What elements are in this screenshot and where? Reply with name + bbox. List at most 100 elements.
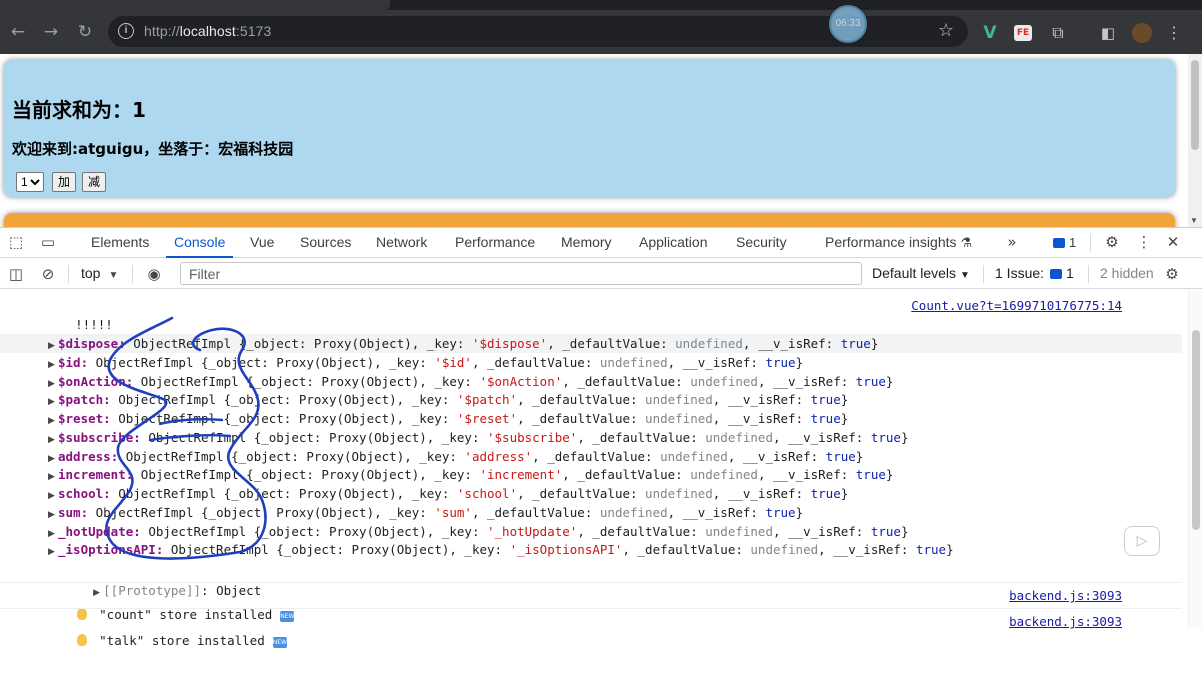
- property-type: ObjectRefImpl: [125, 448, 224, 464]
- property-row[interactable]: ▶ address: ObjectRefImpl {_object: Proxy(…: [0, 447, 1182, 466]
- tab-elements[interactable]: Elements: [91, 228, 149, 258]
- object-summary-line[interactable]: ▼{$id: ObjectRefImpl, $onAction: ObjectR…: [0, 315, 1182, 351]
- tab-security[interactable]: Security: [736, 228, 787, 258]
- property-row[interactable]: ▶ sum: ObjectRefImpl {_object: Proxy(Obje…: [0, 503, 1182, 522]
- property-row[interactable]: ▶ increment: ObjectRefImpl {_object: Prox…: [0, 465, 1182, 484]
- video-play-overlay-icon[interactable]: ▷: [1124, 526, 1160, 556]
- property-isref-value: true: [825, 448, 856, 464]
- filter-placeholder: Filter: [189, 266, 221, 282]
- pinia-log-source-link[interactable]: backend.js:3093: [1009, 612, 1122, 631]
- tab-console[interactable]: Console: [165, 228, 234, 258]
- reload-icon[interactable]: ↻: [73, 20, 97, 44]
- sidebar-toggle-icon[interactable]: ◫: [6, 265, 26, 283]
- tab-performance-insights[interactable]: Performance insights ⚗: [825, 228, 972, 258]
- device-toolbar-icon[interactable]: ▭: [38, 233, 58, 251]
- property-default-value: undefined: [705, 523, 773, 539]
- page-scrollbar[interactable]: ▼: [1188, 54, 1202, 227]
- expand-triangle-icon[interactable]: ▶: [48, 543, 58, 562]
- side-panel-icon[interactable]: ◧: [1098, 23, 1118, 43]
- property-isref-label: , __v_isRef:: [742, 336, 841, 351]
- property-type: ObjectRefImpl: [170, 542, 269, 558]
- tab-strip: [0, 0, 1202, 10]
- site-info-icon[interactable]: i: [118, 23, 134, 39]
- property-row[interactable]: ▶ $reset: ObjectRefImpl {_object: Proxy(O…: [0, 409, 1182, 428]
- property-object-open: {_object: Proxy(Object), _key:: [238, 336, 472, 351]
- back-arrow-icon[interactable]: ←: [6, 20, 30, 44]
- property-isref-value: true: [870, 523, 901, 539]
- step-select[interactable]: 1: [16, 172, 44, 192]
- devtools-menu-icon[interactable]: ⋮: [1134, 233, 1154, 251]
- context-selector[interactable]: top ▼: [81, 265, 118, 281]
- property-row[interactable]: ▶ _hotUpdate: ObjectRefImpl {_object: Pro…: [0, 522, 1182, 541]
- issues-counter[interactable]: 1 Issue: 1: [995, 265, 1074, 281]
- property-row[interactable]: ▶ _isOptionsAPI: ObjectRefImpl {_object: …: [0, 540, 1182, 559]
- fe-helper-extension-icon[interactable]: FE: [1014, 25, 1032, 41]
- property-row[interactable]: ▶ $dispose: ObjectRefImpl {_object: Proxy…: [0, 334, 1182, 353]
- pinia-log-line: "talk" store installed NEW backend.js:309…: [0, 612, 1182, 648]
- extensions-puzzle-icon[interactable]: ⧉: [1048, 23, 1068, 43]
- property-default-value: undefined: [675, 336, 743, 351]
- console-filter-bar: ◫ ⊘ top ▼ ◉ Filter Default levels ▼ 1 Issu…: [0, 259, 1202, 289]
- issue-message-icon: [1050, 269, 1063, 279]
- property-key: $reset: [58, 411, 104, 426]
- clear-console-icon[interactable]: ⊘: [38, 265, 58, 283]
- prototype-row[interactable]: ▶ [[Prototype]]: Object: [0, 562, 1182, 598]
- property-row[interactable]: ▶ $subscribe: ObjectRefImpl {_object: Pro…: [0, 428, 1182, 447]
- property-object-open: {_object: Proxy(Object), _key:: [201, 354, 435, 370]
- add-button[interactable]: 加: [52, 172, 77, 192]
- property-type: ObjectRefImpl: [118, 392, 217, 408]
- live-expression-eye-icon[interactable]: ◉: [144, 265, 164, 283]
- console-scrollbar-thumb[interactable]: [1192, 330, 1200, 530]
- browser-menu-icon[interactable]: ⋮: [1164, 23, 1184, 43]
- property-row[interactable]: ▶ $onAction: ObjectRefImpl {_object: Prox…: [0, 372, 1182, 391]
- property-default-label: , _defaultValue:: [517, 411, 646, 426]
- property-row[interactable]: ▶ school: ObjectRefImpl {_object: Proxy(O…: [0, 484, 1182, 503]
- property-object-open: {_object: Proxy(Object), _key:: [253, 429, 487, 445]
- property-type: ObjectRefImpl: [133, 336, 232, 351]
- tab-network[interactable]: Network: [376, 228, 427, 258]
- url-scheme: http://: [144, 23, 180, 39]
- console-filter-input[interactable]: Filter: [180, 262, 862, 285]
- settings-gear-icon[interactable]: ⚙: [1102, 233, 1122, 251]
- floating-timer-badge[interactable]: 06:33: [829, 5, 867, 43]
- console-scrollbar[interactable]: [1188, 290, 1202, 628]
- bookmark-star-icon[interactable]: ☆: [938, 20, 954, 41]
- devtools-tabbar: ⬚ ▭ Elements Console Vue Sources Network…: [0, 228, 1202, 258]
- vue-devtools-extension-icon[interactable]: V: [980, 23, 1000, 43]
- subtract-button[interactable]: 减: [82, 172, 107, 192]
- tab-vue[interactable]: Vue: [250, 228, 274, 258]
- url-text[interactable]: http://localhost:5173: [144, 23, 271, 39]
- console-settings-gear-icon[interactable]: ⚙: [1162, 265, 1182, 283]
- welcome-text: 欢迎来到:atguigu，坐落于：宏福科技园: [12, 140, 294, 158]
- property-default-value: undefined: [599, 354, 668, 370]
- log-levels-dropdown[interactable]: Default levels ▼: [872, 265, 970, 281]
- property-default-label: , _defaultValue:: [517, 392, 646, 408]
- forward-arrow-icon[interactable]: →: [39, 20, 63, 44]
- property-object-open: {_object: Proxy(Object), _key:: [223, 411, 457, 426]
- page-scrollbar-thumb[interactable]: [1191, 60, 1199, 150]
- tab-sources[interactable]: Sources: [300, 228, 351, 258]
- property-isref-label: , __v_isRef:: [712, 392, 811, 408]
- pinia-log-source-link[interactable]: backend.js:3093: [1009, 586, 1122, 605]
- active-tab[interactable]: [0, 0, 390, 10]
- profile-avatar[interactable]: [1132, 23, 1152, 43]
- log-source-link[interactable]: Count.vue?t=1699710176775:14: [911, 296, 1122, 315]
- tab-performance[interactable]: Performance: [455, 228, 535, 258]
- property-row[interactable]: ▶ $id: ObjectRefImpl {_object: Proxy(Obje…: [0, 353, 1182, 372]
- more-tabs-chevron-icon[interactable]: »: [1002, 233, 1022, 251]
- close-devtools-icon[interactable]: ✕: [1163, 233, 1183, 251]
- property-key-string: '$patch': [456, 392, 518, 408]
- property-isref-label: , __v_isRef:: [712, 411, 811, 426]
- property-object-close: }: [946, 542, 954, 558]
- tab-memory[interactable]: Memory: [561, 228, 612, 258]
- property-key: _isOptionsAPI: [58, 542, 156, 558]
- issues-badge[interactable]: 1: [1053, 235, 1076, 250]
- property-object-open: {_object: Proxy(Object), _key:: [223, 392, 457, 408]
- scroll-down-arrow-icon[interactable]: ▼: [1190, 216, 1198, 225]
- inspect-element-icon[interactable]: ⬚: [6, 233, 26, 251]
- property-isref-value: true: [855, 373, 886, 389]
- property-row[interactable]: ▶ $patch: ObjectRefImpl {_object: Proxy(O…: [0, 390, 1182, 409]
- property-default-label: , _defaultValue:: [562, 373, 691, 389]
- property-key: address: [58, 448, 111, 464]
- tab-application[interactable]: Application: [639, 228, 708, 258]
